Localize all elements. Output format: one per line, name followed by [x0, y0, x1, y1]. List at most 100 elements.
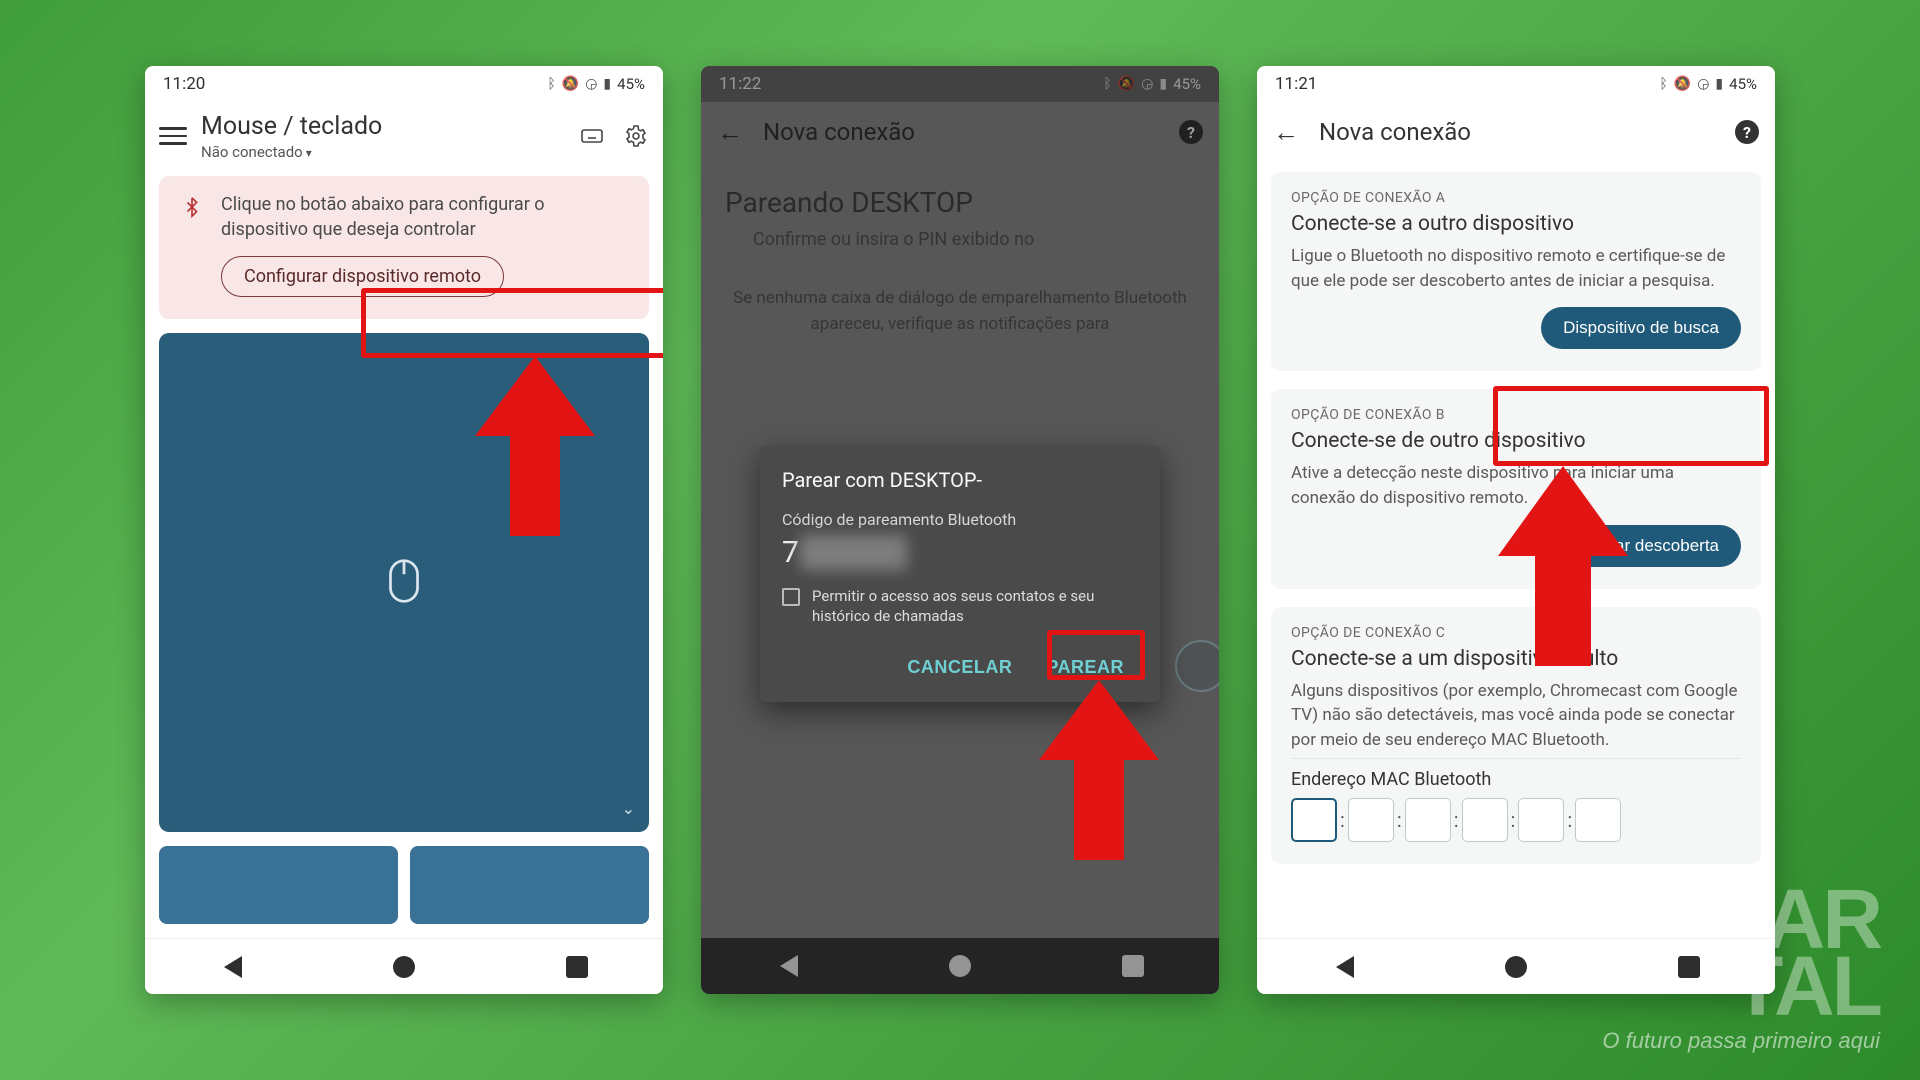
nav-home[interactable]	[393, 956, 415, 978]
nav-recent[interactable]	[1122, 955, 1144, 977]
mouse-buttons	[159, 846, 649, 924]
help-icon[interactable]: ?	[1735, 120, 1759, 144]
checkbox-icon[interactable]	[782, 588, 800, 606]
page-title: Mouse / teclado	[201, 112, 579, 141]
status-icons: ᛒ 🔕 ◶ ▮ 45%	[1103, 75, 1201, 93]
chevron-down-icon[interactable]: ⌄	[622, 799, 635, 818]
back-icon[interactable]: ←	[717, 117, 743, 148]
mac-octet-2[interactable]	[1348, 798, 1394, 842]
option-a-card: OPÇÃO DE CONEXÃO A Conecte-se a outro di…	[1271, 172, 1761, 371]
pairing-subtitle: Confirme ou insira o PIN exibido no	[753, 229, 1195, 250]
clock: 11:22	[719, 74, 761, 94]
wifi-icon: ◶	[585, 76, 597, 92]
nav-home[interactable]	[1505, 956, 1527, 978]
left-click-button[interactable]	[159, 846, 398, 924]
pairing-title: Pareando DESKTOP	[725, 186, 1195, 219]
info-text: Clique no botão abaixo para configurar o…	[221, 192, 631, 242]
option-a-desc: Ligue o Bluetooth no dispositivo remoto …	[1291, 244, 1741, 293]
status-bar: 11:22 ᛒ 🔕 ◶ ▮ 45%	[701, 66, 1219, 102]
mouse-icon	[387, 558, 421, 608]
app-header: Mouse / teclado Não conectado	[145, 102, 663, 170]
watermark: AR TAL O futuro passa primeiro aqui	[1602, 886, 1880, 1054]
bluetooth-icon: ᛒ	[1103, 76, 1111, 92]
battery-pct: 45%	[617, 75, 645, 93]
battery-icon: ▮	[1715, 76, 1723, 92]
status-bar: 11:20 ᛒ 🔕 ◶ ▮ 45%	[145, 66, 663, 102]
option-c-title: Conecte-se a um dispositivo oculto	[1291, 647, 1741, 671]
gear-icon[interactable]	[623, 123, 649, 149]
page-title: Nova conexão	[1319, 118, 1735, 146]
watermark-tagline: O futuro passa primeiro aqui	[1602, 1028, 1880, 1054]
touchpad-area[interactable]: ⌄	[159, 333, 649, 832]
side-peek-button[interactable]	[1175, 640, 1219, 692]
mute-icon: 🔕	[1118, 76, 1135, 92]
android-navbar	[145, 938, 663, 994]
keyboard-icon[interactable]	[579, 123, 605, 149]
option-c-label: OPÇÃO DE CONEXÃO C	[1291, 625, 1741, 641]
nav-back[interactable]	[1332, 956, 1354, 978]
app-header: ← Nova conexão ?	[1257, 102, 1775, 162]
nav-recent[interactable]	[566, 956, 588, 978]
checkbox-label: Permitir o acesso aos seus contatos e se…	[812, 586, 1138, 627]
mac-octet-3[interactable]	[1405, 798, 1451, 842]
battery-pct: 45%	[1173, 75, 1201, 93]
nav-home[interactable]	[949, 955, 971, 977]
dialog-title: Parear com DESKTOP-	[782, 468, 1138, 492]
status-icons: ᛒ 🔕 ◶ ▮ 45%	[547, 75, 645, 93]
dialog-subtitle: Código de pareamento Bluetooth	[782, 510, 1138, 529]
battery-icon: ▮	[1159, 76, 1167, 92]
search-device-button[interactable]: Dispositivo de busca	[1541, 307, 1741, 349]
configure-remote-button[interactable]: Configurar dispositivo remoto	[221, 256, 504, 297]
mac-octet-6[interactable]	[1575, 798, 1621, 842]
mac-address-label: Endereço MAC Bluetooth	[1291, 758, 1741, 790]
pairing-note: Se nenhuma caixa de diálogo de emparelha…	[725, 286, 1195, 337]
clock: 11:21	[1275, 74, 1317, 94]
app-header: ← Nova conexão ?	[701, 102, 1219, 162]
content-area: OPÇÃO DE CONEXÃO A Conecte-se a outro di…	[1257, 162, 1775, 938]
battery-pct: 45%	[1729, 75, 1757, 93]
status-bar: 11:21 ᛒ 🔕 ◶ ▮ 45%	[1257, 66, 1775, 102]
enable-discovery-button[interactable]: Ativar descoberta	[1565, 525, 1741, 567]
android-navbar	[701, 938, 1219, 994]
info-card: Clique no botão abaixo para configurar o…	[159, 176, 649, 319]
nav-back[interactable]	[220, 956, 242, 978]
mac-octet-5[interactable]	[1518, 798, 1564, 842]
option-b-title: Conecte-se de outro dispositivo	[1291, 429, 1741, 453]
clock: 11:20	[163, 74, 205, 94]
mac-address-input: : : : : :	[1291, 798, 1741, 842]
nav-back[interactable]	[776, 955, 798, 977]
wifi-icon: ◶	[1697, 76, 1709, 92]
mac-octet-4[interactable]	[1462, 798, 1508, 842]
option-b-label: OPÇÃO DE CONEXÃO B	[1291, 407, 1741, 423]
option-b-card: OPÇÃO DE CONEXÃO B Conecte-se de outro d…	[1271, 389, 1761, 588]
phone-screenshot-2: 11:22 ᛒ 🔕 ◶ ▮ 45% ← Nova conexão ? Parea…	[701, 66, 1219, 994]
wifi-icon: ◶	[1141, 76, 1153, 92]
battery-icon: ▮	[603, 76, 611, 92]
status-icons: ᛒ 🔕 ◶ ▮ 45%	[1659, 75, 1757, 93]
bluetooth-icon: ᛒ	[547, 76, 555, 92]
back-icon[interactable]: ←	[1273, 117, 1299, 148]
cancel-button[interactable]: CANCELAR	[893, 647, 1026, 688]
phone-screenshot-1: 11:20 ᛒ 🔕 ◶ ▮ 45% Mouse / teclado Não co…	[145, 66, 663, 994]
help-icon[interactable]: ?	[1179, 120, 1203, 144]
right-click-button[interactable]	[410, 846, 649, 924]
bluetooth-icon: ᛒ	[1659, 76, 1667, 92]
watermark-line2: TAL	[1602, 953, 1880, 1020]
option-c-card: OPÇÃO DE CONEXÃO C Conecte-se a um dispo…	[1271, 607, 1761, 865]
option-c-desc: Alguns dispositivos (por exemplo, Chrome…	[1291, 679, 1741, 753]
mute-icon: 🔕	[562, 76, 579, 92]
bluetooth-off-icon	[177, 192, 207, 222]
menu-icon[interactable]	[159, 127, 187, 145]
pair-button[interactable]: PAREAR	[1032, 647, 1138, 688]
option-a-title: Conecte-se a outro dispositivo	[1291, 212, 1741, 236]
contacts-checkbox[interactable]: Permitir o acesso aos seus contatos e se…	[782, 586, 1138, 627]
phone-screenshot-3: 11:21 ᛒ 🔕 ◶ ▮ 45% ← Nova conexão ? OPÇÃO…	[1257, 66, 1775, 994]
connection-status[interactable]: Não conectado	[201, 143, 579, 161]
page-title: Nova conexão	[763, 118, 1179, 146]
pairing-dialog: Parear com DESKTOP- Código de pareamento…	[760, 446, 1160, 702]
option-a-label: OPÇÃO DE CONEXÃO A	[1291, 190, 1741, 206]
mute-icon: 🔕	[1674, 76, 1691, 92]
pairing-code: 7XXXXX	[782, 535, 1138, 570]
option-b-desc: Ative a detecção neste dispositivo para …	[1291, 461, 1741, 510]
mac-octet-1[interactable]	[1291, 798, 1337, 842]
